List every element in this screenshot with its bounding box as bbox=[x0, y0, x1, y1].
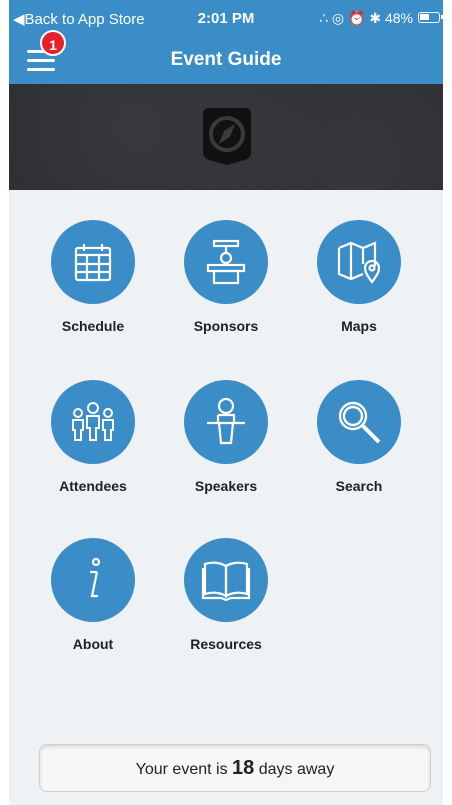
book-icon bbox=[201, 561, 251, 602]
map-icon bbox=[337, 241, 381, 284]
nav-bar: ◀Back to App Store 2:01 PM ∴ ◎ ⏰ ✱ 48% 1… bbox=[9, 0, 443, 84]
info-icon bbox=[90, 557, 101, 598]
tile-label: Maps bbox=[341, 318, 377, 334]
calendar-icon bbox=[74, 244, 112, 282]
tile-label: Schedule bbox=[61, 318, 125, 334]
podium-icon bbox=[206, 239, 246, 285]
tile-circle bbox=[51, 380, 135, 464]
tile-search[interactable]: Search bbox=[299, 380, 419, 510]
countdown-suffix: days away bbox=[258, 761, 335, 778]
tile-circle bbox=[317, 220, 401, 304]
people-icon bbox=[72, 402, 114, 441]
event-countdown-bar: Your event is 18 days away bbox=[39, 744, 431, 792]
tile-schedule[interactable]: Schedule bbox=[33, 220, 153, 350]
battery-percent: 48% bbox=[384, 10, 413, 26]
countdown-prefix: Your event is bbox=[135, 761, 228, 778]
tile-circle bbox=[51, 538, 135, 622]
tile-circle bbox=[184, 380, 268, 464]
tile-circle bbox=[51, 220, 135, 304]
tile-label: Search bbox=[335, 478, 383, 494]
tile-sponsors[interactable]: Sponsors bbox=[166, 220, 286, 350]
hero-banner bbox=[9, 84, 443, 190]
tile-about[interactable]: About bbox=[33, 538, 153, 668]
status-indicators: ∴ ◎ ⏰ ✱ 48% bbox=[319, 10, 413, 27]
app-screen: ◀Back to App Store 2:01 PM ∴ ◎ ⏰ ✱ 48% 1… bbox=[9, 0, 443, 805]
battery-icon bbox=[418, 12, 443, 23]
tile-label: Attendees bbox=[59, 478, 127, 494]
tile-label: Resources bbox=[190, 636, 262, 652]
tile-speakers[interactable]: Speakers bbox=[166, 380, 286, 510]
tile-circle bbox=[184, 220, 268, 304]
tile-label: Sponsors bbox=[193, 318, 259, 334]
page-title: Event Guide bbox=[170, 49, 282, 70]
status-bar: ◀Back to App Store 2:01 PM ∴ ◎ ⏰ ✱ 48% bbox=[9, 0, 443, 36]
countdown-days: 18 bbox=[232, 757, 255, 779]
magnifier-icon bbox=[338, 401, 381, 444]
speaker-icon bbox=[207, 397, 245, 445]
tile-circle bbox=[184, 538, 268, 622]
tile-maps[interactable]: Maps bbox=[299, 220, 419, 350]
tile-label: About bbox=[72, 636, 114, 652]
tile-label: Speakers bbox=[194, 478, 258, 494]
status-icons: ∴ ◎ ⏰ ✱ bbox=[319, 10, 382, 26]
tile-resources[interactable]: Resources bbox=[166, 538, 286, 668]
compass-icon bbox=[203, 108, 251, 165]
tile-circle bbox=[317, 380, 401, 464]
tile-attendees[interactable]: Attendees bbox=[33, 380, 153, 510]
